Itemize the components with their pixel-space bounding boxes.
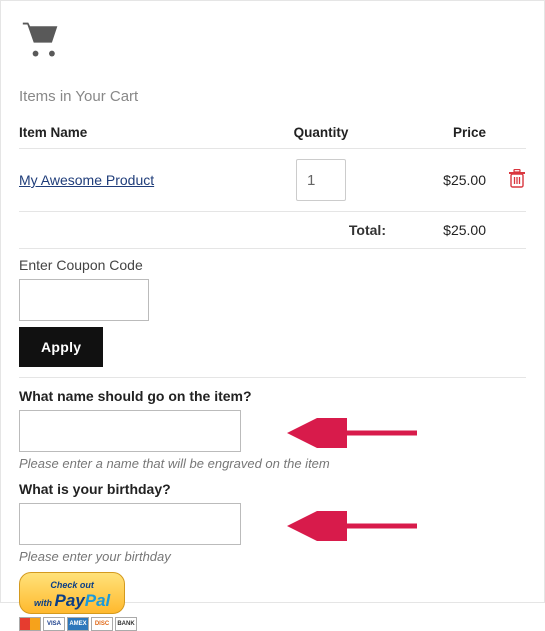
arrow-annotation-icon (277, 418, 427, 448)
col-quantity: Quantity (256, 119, 386, 149)
paypal-pal: Pal (85, 591, 111, 610)
checkout-area: Check out with PayPal MC VISA AMEX DISC … (19, 572, 526, 631)
trash-icon[interactable] (508, 169, 526, 192)
name-input[interactable] (19, 410, 241, 452)
table-row: My Awesome Product $25.00 (19, 149, 526, 212)
coupon-input[interactable] (19, 279, 149, 321)
cart-icon (19, 19, 526, 64)
quantity-input[interactable] (296, 159, 346, 201)
card-icon-amex: AMEX (67, 617, 89, 631)
card-icon-discover: DISC (91, 617, 113, 631)
apply-button[interactable]: Apply (19, 327, 103, 367)
field-label: What is your birthday? (19, 481, 526, 497)
col-item-name: Item Name (19, 119, 256, 149)
card-icon-bank: BANK (115, 617, 137, 631)
field-help: Please enter your birthday (19, 549, 526, 564)
price-cell: $25.00 (386, 149, 486, 212)
birthday-input[interactable] (19, 503, 241, 545)
total-row: Total: $25.00 (19, 212, 526, 249)
cart-title: Items in Your Cart (19, 88, 526, 105)
custom-field-birthday: What is your birthday? Please enter your… (19, 481, 526, 564)
col-price: Price (386, 119, 486, 149)
card-icon-visa: VISA (43, 617, 65, 631)
accepted-cards: MC VISA AMEX DISC BANK (19, 617, 526, 631)
checkout-text-1: Check out (50, 580, 94, 590)
paypal-pay: Pay (55, 591, 85, 610)
divider (19, 377, 526, 378)
product-link[interactable]: My Awesome Product (19, 172, 154, 188)
card-icon-mastercard: MC (19, 617, 41, 631)
arrow-annotation-icon (277, 511, 427, 541)
cart-panel: Items in Your Cart Item Name Quantity Pr… (0, 0, 545, 603)
cart-table: Item Name Quantity Price My Awesome Prod… (19, 119, 526, 249)
total-label: Total: (256, 212, 386, 249)
field-help: Please enter a name that will be engrave… (19, 456, 526, 471)
total-value: $25.00 (386, 212, 486, 249)
custom-field-name: What name should go on the item? Please … (19, 388, 526, 471)
checkout-text-2: with (34, 598, 52, 608)
coupon-label: Enter Coupon Code (19, 257, 526, 273)
field-label: What name should go on the item? (19, 388, 526, 404)
paypal-checkout-button[interactable]: Check out with PayPal (19, 572, 125, 614)
col-actions (486, 119, 526, 149)
